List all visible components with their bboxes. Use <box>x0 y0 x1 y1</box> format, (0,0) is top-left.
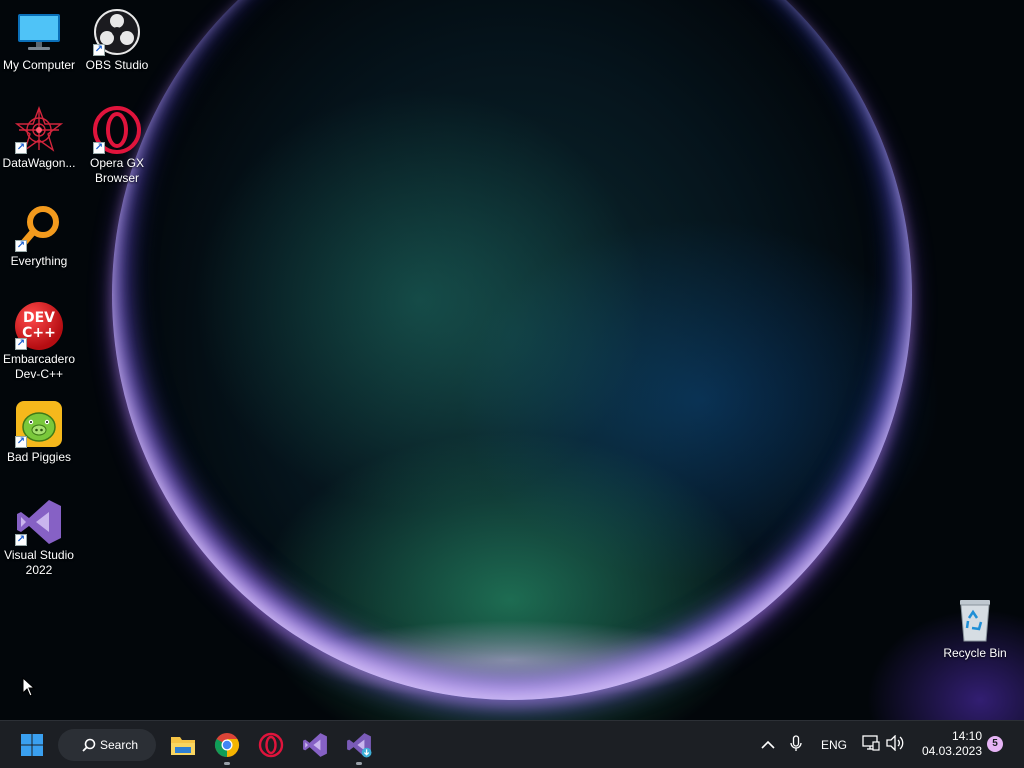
desktop-icon-label: Bad Piggies <box>6 450 72 464</box>
desktop-icon-visual-studio[interactable]: ↗ Visual Studio 2022 <box>0 498 78 578</box>
desktop-icon-my-computer[interactable]: My Computer <box>0 8 78 73</box>
running-indicator <box>224 762 230 765</box>
desktop[interactable]: My Computer ↗ OBS Studio ↗ DataWagon... … <box>0 0 1024 720</box>
recycle-bin-icon <box>960 600 990 642</box>
taskbar-app-chrome[interactable] <box>209 727 245 765</box>
search-label: Search <box>100 738 139 752</box>
desktop-icon-everything[interactable]: ↗ Everything <box>0 204 78 269</box>
start-button[interactable] <box>14 727 50 763</box>
wallpaper-bloom <box>112 0 912 700</box>
desktop-icon-datawagon[interactable]: ↗ DataWagon... <box>0 106 78 171</box>
search-button[interactable]: Search <box>58 729 156 761</box>
shortcut-arrow-icon: ↗ <box>15 142 27 154</box>
desktop-icon-label: Recycle Bin <box>943 646 1007 660</box>
taskbar-app-file-explorer[interactable] <box>165 727 201 763</box>
desktop-icon-recycle-bin[interactable]: Recycle Bin <box>936 596 1014 661</box>
show-hidden-icons-button[interactable] <box>758 736 778 754</box>
shortcut-arrow-icon: ↗ <box>15 338 27 350</box>
microphone-icon <box>790 735 802 751</box>
desktop-icon-label: Visual Studio 2022 <box>4 548 74 577</box>
desktop-icon-dev-cpp[interactable]: DEV C++ ↗ Embarcadero Dev-C++ <box>0 302 78 382</box>
network-button[interactable] <box>862 735 882 755</box>
search-icon <box>82 738 96 752</box>
shortcut-arrow-icon: ↗ <box>15 436 27 448</box>
chevron-up-icon <box>761 740 775 749</box>
shortcut-arrow-icon: ↗ <box>93 44 105 56</box>
running-indicator <box>356 762 362 765</box>
desktop-icon-label: My Computer <box>2 58 76 72</box>
desktop-icon-label: DataWagon... <box>2 156 76 170</box>
desktop-icon-label: Opera GX Browser <box>89 156 145 185</box>
taskbar: Search ENG 14:10 04.03.2023 <box>0 720 1024 768</box>
mouse-cursor-icon <box>22 677 36 697</box>
volume-button[interactable] <box>886 734 906 755</box>
desktop-icon-obs-studio[interactable]: ↗ OBS Studio <box>78 8 156 73</box>
shortcut-arrow-icon: ↗ <box>15 534 27 546</box>
visual-studio-icon <box>303 733 327 757</box>
windows-start-icon <box>21 734 43 756</box>
network-icon <box>862 735 880 751</box>
microphone-button[interactable] <box>788 735 804 755</box>
language-indicator[interactable]: ENG <box>821 738 847 752</box>
opera-gx-icon <box>258 732 284 758</box>
desktop-icon-label: Embarcadero Dev-C++ <box>2 352 76 381</box>
clock-time: 14:10 <box>951 729 982 743</box>
file-explorer-icon <box>171 737 195 755</box>
notification-badge[interactable]: 5 <box>987 736 1003 752</box>
desktop-icon-bad-piggies[interactable]: ↗ Bad Piggies <box>0 400 78 465</box>
desktop-icon-label: Everything <box>10 254 68 268</box>
monitor-icon <box>18 14 60 50</box>
shortcut-arrow-icon: ↗ <box>93 142 105 154</box>
clock[interactable]: 14:10 04.03.2023 <box>912 729 982 759</box>
volume-icon <box>886 734 904 752</box>
wallpaper-glow <box>300 620 720 700</box>
taskbar-app-visual-studio-installer[interactable] <box>341 727 377 765</box>
clock-date: 04.03.2023 <box>921 744 982 758</box>
visual-studio-installer-icon <box>347 733 372 758</box>
shortcut-arrow-icon: ↗ <box>15 240 27 252</box>
taskbar-app-opera-gx[interactable] <box>253 727 289 763</box>
chrome-icon <box>214 733 240 757</box>
desktop-icon-opera-gx[interactable]: ↗ Opera GX Browser <box>78 106 156 186</box>
taskbar-app-visual-studio[interactable] <box>297 727 333 763</box>
desktop-icon-label: OBS Studio <box>85 58 149 72</box>
